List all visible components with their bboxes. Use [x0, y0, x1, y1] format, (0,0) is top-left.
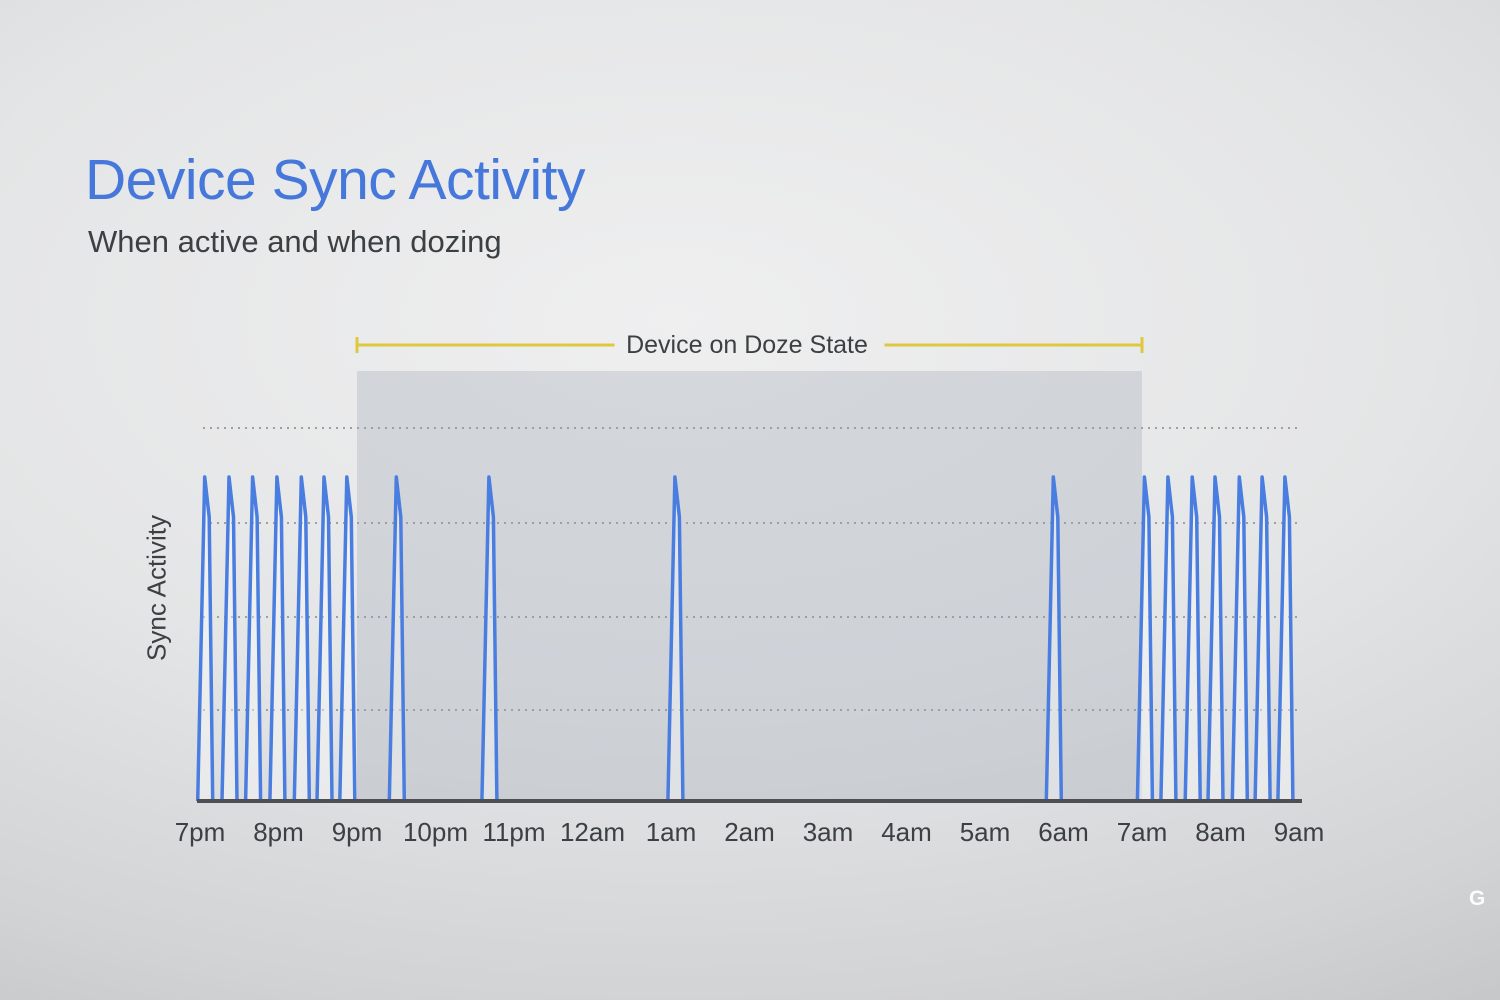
- sync-spike: [1278, 477, 1293, 801]
- doze-annotation-label: Device on Doze State: [626, 331, 868, 360]
- x-tick-label: 1am: [646, 817, 697, 848]
- sync-spike: [222, 477, 237, 801]
- doze-region: [357, 371, 1142, 801]
- y-axis-label: Sync Activity: [142, 515, 173, 661]
- google-g-logo: G: [1469, 887, 1485, 911]
- x-tick-label: 7pm: [175, 817, 226, 848]
- sync-spike: [198, 477, 213, 801]
- sync-spike: [317, 477, 332, 801]
- x-tick-label: 9pm: [332, 817, 383, 848]
- x-tick-label: 10pm: [403, 817, 468, 848]
- sync-spike: [340, 477, 355, 801]
- x-tick-label: 11pm: [482, 817, 545, 848]
- sync-spike: [246, 477, 261, 801]
- x-tick-label: 5am: [960, 817, 1011, 848]
- sync-activity-chart: [0, 0, 1500, 1000]
- x-tick-label: 2am: [724, 817, 775, 848]
- x-tick-label: 4am: [881, 817, 932, 848]
- sync-spike: [1185, 477, 1200, 801]
- x-tick-label: 9am: [1274, 817, 1325, 848]
- sync-spike: [1161, 477, 1176, 801]
- sync-spike: [294, 477, 309, 801]
- x-tick-label: 7am: [1117, 817, 1168, 848]
- sync-spike: [1232, 477, 1247, 801]
- sync-spike: [270, 477, 285, 801]
- sync-spike: [1255, 477, 1270, 801]
- sync-spike: [1208, 477, 1223, 801]
- slide-background: Device Sync Activity When active and whe…: [0, 0, 1500, 1000]
- x-tick-label: 6am: [1038, 817, 1089, 848]
- x-tick-label: 3am: [803, 817, 854, 848]
- x-tick-label: 8am: [1195, 817, 1246, 848]
- x-tick-label: 12am: [560, 817, 625, 848]
- x-tick-label: 8pm: [253, 817, 304, 848]
